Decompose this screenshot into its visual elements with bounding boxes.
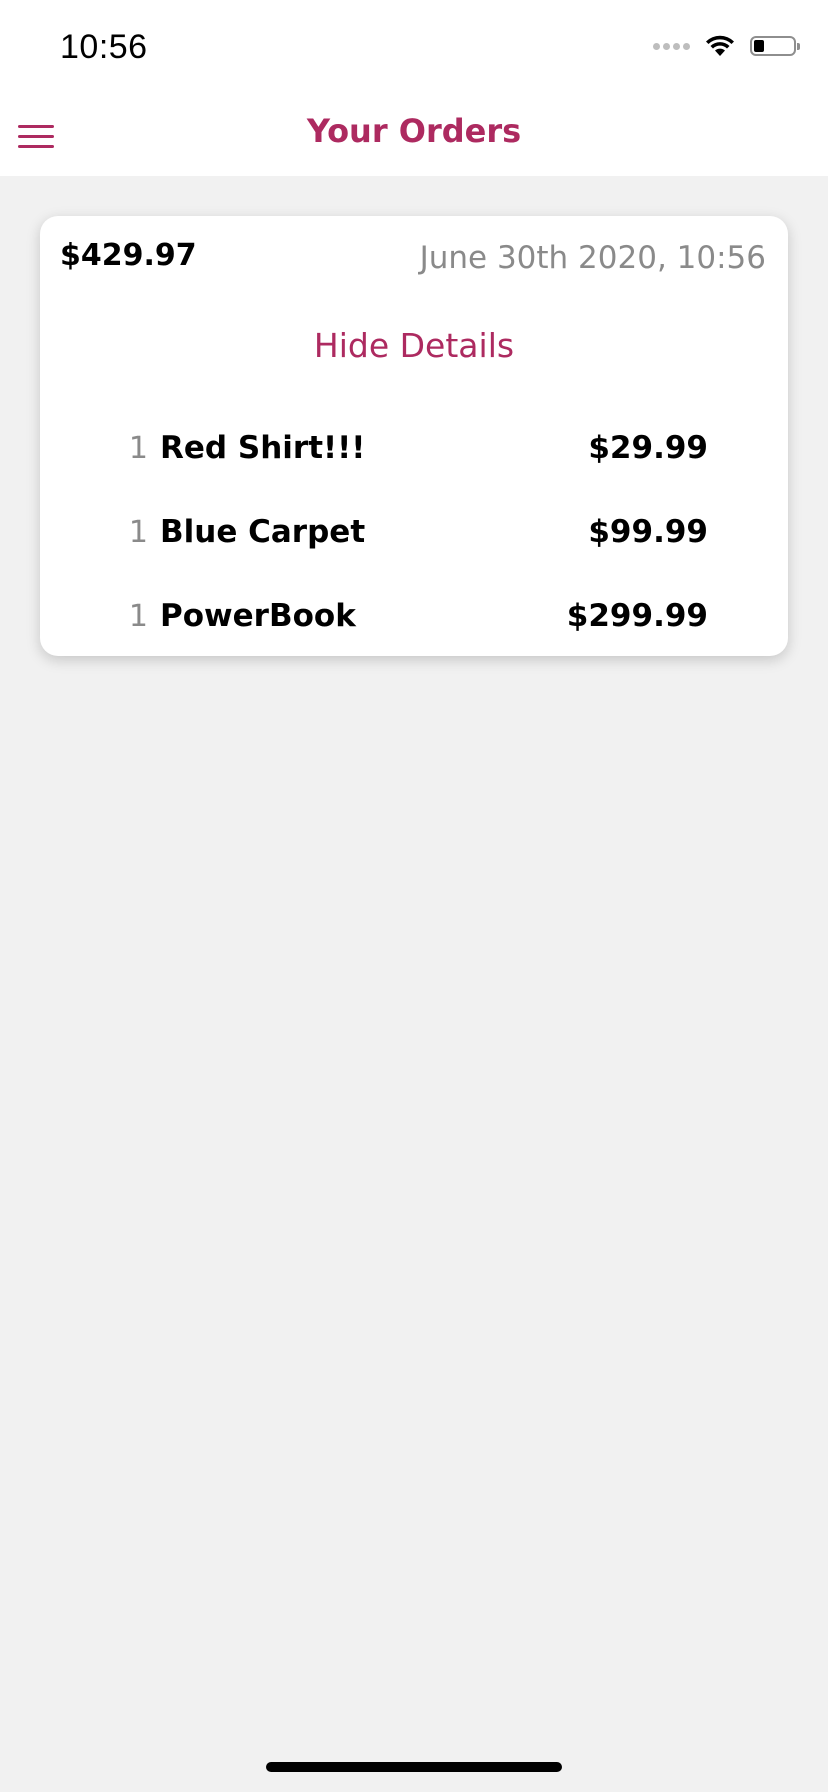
status-time: 10:56: [60, 28, 148, 66]
item-price: $99.99: [588, 514, 708, 550]
item-price: $299.99: [566, 598, 708, 634]
item-quantity: 1: [128, 430, 148, 466]
order-items-list: 1 Red Shirt!!! $29.99 1 Blue Carpet $99.…: [120, 406, 708, 658]
cellular-signal-icon: [653, 42, 690, 50]
order-item-row: 1 PowerBook $299.99: [120, 574, 708, 658]
item-quantity: 1: [128, 514, 148, 550]
order-total: $429.97: [60, 238, 197, 273]
item-quantity: 1: [128, 598, 148, 634]
wifi-icon: [706, 35, 734, 56]
item-name: Blue Carpet: [160, 514, 366, 550]
home-indicator[interactable]: [266, 1762, 562, 1772]
item-name: Red Shirt!!!: [160, 430, 366, 466]
order-date: June 30th 2020, 10:56: [419, 240, 766, 276]
nav-bar: Your Orders: [0, 100, 828, 176]
status-bar: 10:56: [0, 0, 828, 100]
order-card: $429.97 June 30th 2020, 10:56 Hide Detai…: [40, 216, 788, 656]
status-icons: [653, 34, 800, 58]
item-name: PowerBook: [160, 598, 356, 634]
order-item-row: 1 Red Shirt!!! $29.99: [120, 406, 708, 490]
page-title: Your Orders: [306, 112, 522, 150]
hide-details-button[interactable]: Hide Details: [40, 326, 788, 365]
battery-icon: [750, 36, 800, 56]
item-price: $29.99: [588, 430, 708, 466]
order-item-row: 1 Blue Carpet $99.99: [120, 490, 708, 574]
